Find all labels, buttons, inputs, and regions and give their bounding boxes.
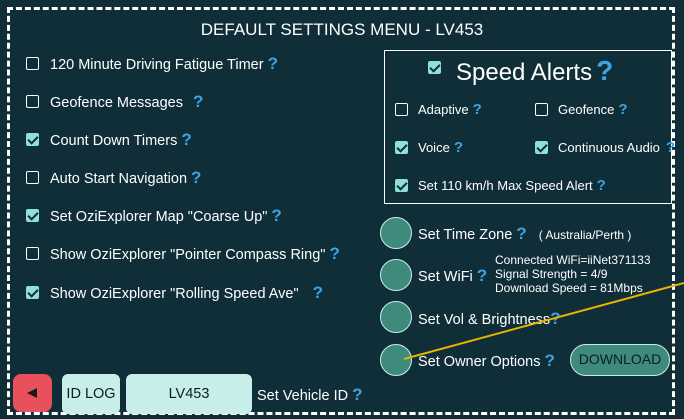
download-button[interactable]: DOWNLOAD — [570, 344, 670, 376]
option-label: Show OziExplorer "Pointer Compass Ring" — [50, 247, 326, 263]
set-owner-options-button[interactable] — [380, 344, 412, 376]
time-zone-row[interactable]: Set Time Zone? ( Australia/Perth ) — [418, 224, 631, 244]
set-wifi-button[interactable] — [380, 259, 412, 291]
checkbox-geofence[interactable] — [535, 103, 548, 116]
option-label: Auto Start Navigation — [50, 171, 188, 187]
checkbox-count-down-timers[interactable] — [26, 133, 39, 146]
help-icon[interactable]: ? — [473, 101, 482, 118]
checkbox-rolling-speed-ave[interactable] — [26, 286, 39, 299]
option-adaptive[interactable]: Adaptive? — [418, 101, 482, 118]
option-label: Geofence Messages — [50, 95, 183, 111]
option-label: Show OziExplorer "Rolling Speed Ave" — [50, 286, 299, 302]
set-vol-brightness-button[interactable] — [380, 301, 412, 333]
speed-alerts-title: Speed Alerts? — [456, 55, 613, 87]
option-auto-start-navigation[interactable]: Auto Start Navigation? — [50, 168, 201, 188]
help-icon[interactable]: ? — [545, 351, 555, 370]
set-time-zone-button[interactable] — [380, 217, 412, 249]
set-owner-options-label: Set Owner Options — [418, 354, 541, 370]
checkbox-auto-start-navigation[interactable] — [26, 171, 39, 184]
help-icon[interactable]: ? — [313, 283, 323, 302]
geofence-label: Geofence — [558, 102, 615, 117]
option-voice[interactable]: Voice? — [418, 139, 463, 156]
left-triangle-icon — [27, 388, 37, 398]
id-log-button[interactable]: ID LOG — [62, 374, 120, 414]
option-label: 120 Minute Driving Fatigue Timer — [50, 57, 264, 73]
speed-alerts-label: Speed Alerts — [456, 59, 593, 86]
help-icon[interactable]: ? — [181, 130, 191, 149]
help-icon[interactable]: ? — [477, 266, 487, 285]
vehicle-id-button[interactable]: LV453 — [126, 374, 252, 414]
help-icon[interactable]: ? — [191, 168, 201, 187]
help-icon[interactable]: ? — [618, 101, 627, 118]
option-geofence[interactable]: Geofence? — [558, 101, 628, 118]
wifi-download-speed: Download Speed = 81Mbps — [495, 281, 643, 295]
option-max-speed-alert[interactable]: Set 110 km/h Max Speed Alert? — [418, 177, 606, 194]
help-icon[interactable]: ? — [550, 309, 560, 328]
wifi-row[interactable]: Set WiFi? — [418, 266, 487, 286]
set-vehicle-id-label: Set Vehicle ID — [257, 388, 349, 404]
checkbox-voice[interactable] — [395, 141, 408, 154]
option-rolling-speed-ave[interactable]: Show OziExplorer "Rolling Speed Ave"? — [50, 283, 323, 303]
option-coarse-up[interactable]: Set OziExplorer Map "Coarse Up"? — [50, 206, 282, 226]
option-geofence-messages[interactable]: Geofence Messages? — [50, 92, 203, 112]
set-time-zone-label: Set Time Zone — [418, 227, 513, 243]
continuous-audio-label: Continuous Audio — [558, 140, 660, 155]
wifi-connected: Connected WiFi=iiNet371133 — [495, 253, 651, 267]
page-title: DEFAULT SETTINGS MENU - LV453 — [200, 20, 484, 39]
help-icon[interactable]: ? — [596, 55, 613, 86]
option-count-down-timers[interactable]: Count Down Timers? — [50, 130, 192, 150]
checkbox-speed-alerts[interactable] — [428, 61, 441, 74]
time-zone-value: ( Australia/Perth ) — [538, 228, 632, 242]
help-icon[interactable]: ? — [666, 139, 675, 156]
option-label: Count Down Timers — [50, 133, 178, 149]
voice-label: Voice — [418, 140, 450, 155]
help-icon[interactable]: ? — [268, 54, 278, 73]
option-fatigue-timer[interactable]: 120 Minute Driving Fatigue Timer? — [50, 54, 278, 74]
help-icon[interactable]: ? — [271, 206, 281, 225]
option-label: Set OziExplorer Map "Coarse Up" — [50, 209, 268, 225]
help-icon[interactable]: ? — [329, 244, 339, 263]
set-vol-brightness-label: Set Vol & Brightness — [418, 312, 551, 328]
wifi-status: Connected WiFi=iiNet371133 Signal Streng… — [495, 253, 651, 295]
checkbox-fatigue-timer[interactable] — [26, 57, 39, 70]
vol-brightness-row[interactable]: Set Vol & Brightness? — [418, 309, 561, 329]
help-icon[interactable]: ? — [352, 385, 362, 404]
checkbox-pointer-compass-ring[interactable] — [26, 247, 39, 260]
checkbox-adaptive[interactable] — [395, 103, 408, 116]
help-icon[interactable]: ? — [193, 92, 203, 111]
set-vehicle-id-row[interactable]: Set Vehicle ID? — [257, 385, 362, 405]
max-speed-label: Set 110 km/h Max Speed Alert — [418, 178, 593, 193]
back-button[interactable] — [13, 374, 52, 412]
checkbox-continuous-audio[interactable] — [535, 141, 548, 154]
owner-options-row[interactable]: Set Owner Options? — [418, 351, 555, 371]
option-continuous-audio[interactable]: Continuous Audio? — [558, 139, 675, 156]
checkbox-max-speed-alert[interactable] — [395, 179, 408, 192]
wifi-signal: Signal Strength = 4/9 — [495, 267, 608, 281]
help-icon[interactable]: ? — [516, 224, 526, 243]
adaptive-label: Adaptive — [418, 102, 469, 117]
set-wifi-label: Set WiFi — [418, 269, 473, 285]
checkbox-coarse-up[interactable] — [26, 209, 39, 222]
option-pointer-compass-ring[interactable]: Show OziExplorer "Pointer Compass Ring"? — [50, 244, 340, 264]
checkbox-geofence-messages[interactable] — [26, 95, 39, 108]
help-icon[interactable]: ? — [454, 139, 463, 156]
help-icon[interactable]: ? — [597, 177, 606, 194]
